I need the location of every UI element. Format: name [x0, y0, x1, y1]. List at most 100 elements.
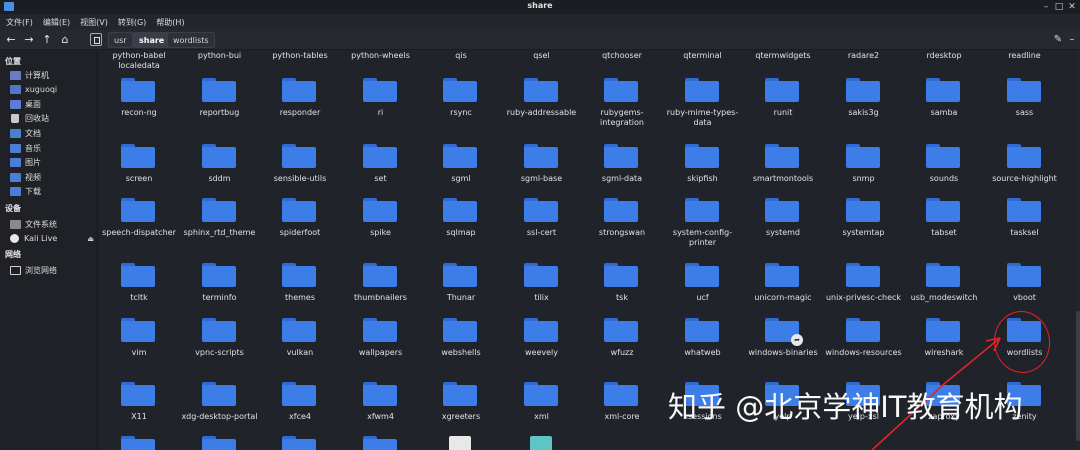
maximize-button[interactable]: □: [1053, 0, 1065, 14]
path-toggle-button[interactable]: [90, 33, 102, 46]
folder-item[interactable]: skipfish: [663, 144, 743, 200]
folder-item[interactable]: sphinx_rtd_theme: [180, 198, 260, 254]
folder-item[interactable]: sounds: [904, 144, 984, 200]
folder-item[interactable]: wireshark: [904, 318, 984, 374]
folder-item[interactable]: rsync: [421, 78, 501, 134]
sidebar-item-places-8[interactable]: 下载: [0, 185, 98, 199]
folder-item[interactable]: xfwm4: [341, 382, 421, 438]
folder-item[interactable]: python-tables: [260, 51, 340, 77]
scrollbar-thumb[interactable]: [1076, 311, 1080, 441]
folder-item[interactable]: qsel: [502, 51, 582, 77]
folder-item[interactable]: vulkan: [260, 318, 340, 374]
menu-go[interactable]: 转到(G): [118, 17, 146, 28]
menu-edit[interactable]: 编辑(E): [43, 17, 70, 28]
folder-item[interactable]: python-babel localedata: [99, 51, 179, 77]
folder-item[interactable]: qis: [421, 51, 501, 77]
folder-item[interactable]: terminfo: [180, 263, 260, 319]
sidebar-item-places-5[interactable]: 音乐: [0, 141, 98, 155]
menu-file[interactable]: 文件(F): [6, 17, 33, 28]
folder-item[interactable]: vpnc-scripts: [180, 318, 260, 374]
folder-item[interactable]: weevely: [502, 318, 582, 374]
sidebar-item-places-1[interactable]: xuguoqi: [0, 83, 98, 97]
folder-item[interactable]: tasksel: [985, 198, 1065, 254]
folder-item[interactable]: strongswan: [582, 198, 662, 254]
folder-item[interactable]: source-highlight: [985, 144, 1065, 200]
folder-item[interactable]: ➦ windows-binaries: [743, 318, 823, 374]
folder-item[interactable]: sgml-base: [502, 144, 582, 200]
back-button[interactable]: ←: [4, 32, 18, 48]
folder-item[interactable]: tabset: [904, 198, 984, 254]
sidebar-item-devices-1[interactable]: Kali Live ⏏: [0, 232, 98, 246]
sidebar-item-places-2[interactable]: 桌面: [0, 97, 98, 111]
folder-item[interactable]: ruby-addressable: [502, 78, 582, 134]
sidebar-item-devices-0[interactable]: 文件系统: [0, 217, 98, 231]
folder-item[interactable]: smartmontools: [743, 144, 823, 200]
folder-item[interactable]: systemd: [743, 198, 823, 254]
folder-item[interactable]: qtchooser: [582, 51, 662, 77]
folder-item[interactable]: sqlmap: [421, 198, 501, 254]
sidebar-item-places-3[interactable]: 回收站: [0, 112, 98, 126]
folder-item[interactable]: xml: [502, 382, 582, 438]
folder-item[interactable]: Thunar: [421, 263, 501, 319]
folder-item[interactable]: spike: [341, 198, 421, 254]
folder-item[interactable]: qterminal: [663, 51, 743, 77]
folder-item[interactable]: samba: [904, 78, 984, 134]
folder-item[interactable]: system-config- printer: [663, 198, 743, 254]
breadcrumb-share[interactable]: share: [133, 32, 171, 48]
folder-item[interactable]: unix-privesc-check: [824, 263, 904, 319]
breadcrumb-wordlists[interactable]: wordlists: [167, 32, 215, 48]
folder-item[interactable]: sddm: [180, 144, 260, 200]
folder-item[interactable]: python-wheels: [341, 51, 421, 77]
folder-item[interactable]: sakis3g: [824, 78, 904, 134]
folder-item[interactable]: whatweb: [663, 318, 743, 374]
close-button[interactable]: ✕: [1066, 0, 1078, 14]
folder-item[interactable]: recon-ng: [99, 78, 179, 134]
folder-item[interactable]: runit: [743, 78, 823, 134]
script-file-icon[interactable]: [529, 436, 552, 450]
document-file-icon[interactable]: [449, 436, 471, 450]
folder-item[interactable]: thumbnailers: [341, 263, 421, 319]
folder-item[interactable]: qtermwidgets: [743, 51, 823, 77]
folder-item[interactable]: tilix: [502, 263, 582, 319]
folder-item[interactable]: set: [341, 144, 421, 200]
menu-help[interactable]: 帮助(H): [156, 17, 184, 28]
folder-item[interactable]: radare2: [824, 51, 904, 77]
folder-item[interactable]: tsk: [582, 263, 662, 319]
menu-view[interactable]: 视图(V): [80, 17, 108, 28]
folder-item[interactable]: xml-core: [582, 382, 662, 438]
breadcrumb-usr[interactable]: usr: [108, 32, 133, 48]
folder-item[interactable]: wfuzz: [582, 318, 662, 374]
folder-item[interactable]: X11: [99, 382, 179, 438]
sidebar-item-places-0[interactable]: 计算机: [0, 68, 98, 82]
folder-icon[interactable]: [121, 436, 155, 450]
folder-item[interactable]: sgml: [421, 144, 501, 200]
folder-item[interactable]: python-bui: [180, 51, 260, 77]
folder-item[interactable]: spiderfoot: [260, 198, 340, 254]
folder-item[interactable]: usb_modeswitch: [904, 263, 984, 319]
folder-item[interactable]: webshells: [421, 318, 501, 374]
folder-item[interactable]: ruby-mime-types- data: [663, 78, 743, 134]
folder-item[interactable]: rdesktop: [904, 51, 984, 77]
up-button[interactable]: ↑: [40, 32, 54, 48]
folder-item[interactable]: ucf: [663, 263, 743, 319]
folder-item[interactable]: sensible-utils: [260, 144, 340, 200]
folder-item[interactable]: sgml-data: [582, 144, 662, 200]
folder-item[interactable]: responder: [260, 78, 340, 134]
folder-item[interactable]: vim: [99, 318, 179, 374]
sidebar-item-places-7[interactable]: 视频: [0, 170, 98, 184]
folder-item[interactable]: tcltk: [99, 263, 179, 319]
folder-item[interactable]: xgreeters: [421, 382, 501, 438]
forward-button[interactable]: →: [22, 32, 36, 48]
folder-icon[interactable]: [201, 436, 236, 450]
folder-item[interactable]: ssl-cert: [502, 198, 582, 254]
folder-item[interactable]: speech-dispatcher: [99, 198, 179, 254]
sidebar-item-places-6[interactable]: 图片: [0, 156, 98, 170]
subtract-icon[interactable]: –: [1066, 33, 1078, 47]
folder-item[interactable]: rubygems- integration: [582, 78, 662, 134]
folder-item[interactable]: ri: [341, 78, 421, 134]
folder-item[interactable]: sass: [985, 78, 1065, 134]
folder-item[interactable]: snmp: [824, 144, 904, 200]
folder-item[interactable]: themes: [260, 263, 340, 319]
folder-item[interactable]: windows-resources: [824, 318, 904, 374]
folder-item[interactable]: xdg-desktop-portal: [180, 382, 260, 438]
